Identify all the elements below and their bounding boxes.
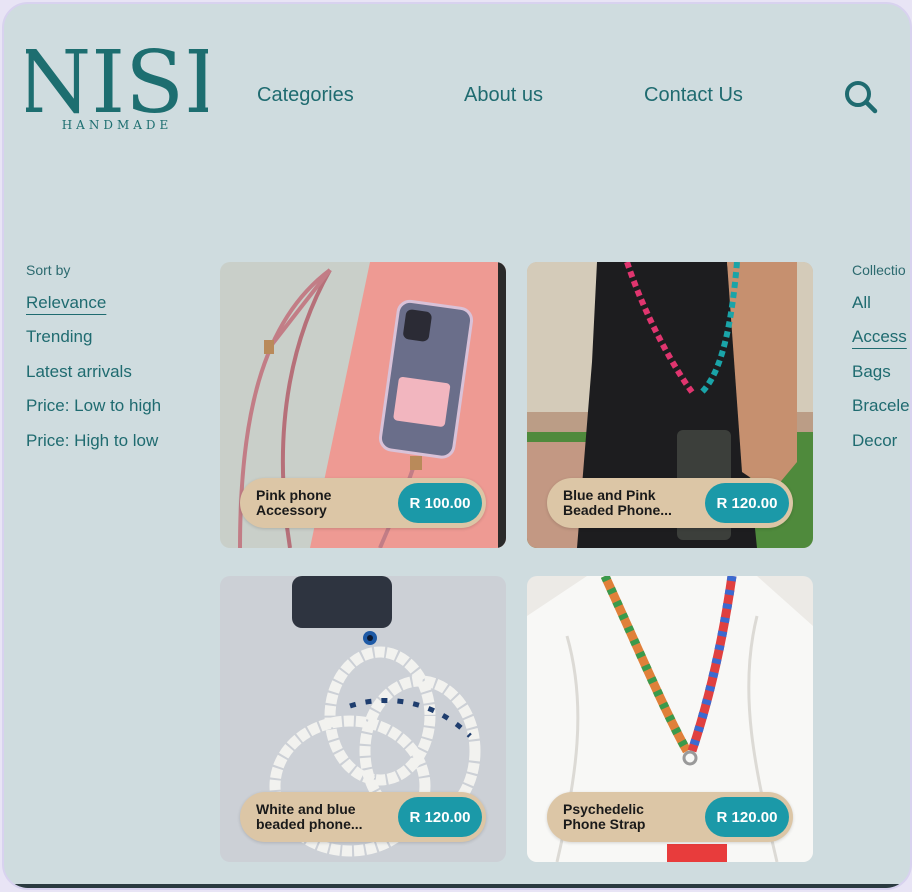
product-info-pill: Pink phone Accessory R 100.00 — [240, 478, 486, 528]
product-card-blue-pink-beaded[interactable]: Blue and Pink Beaded Phone... R 120.00 — [527, 262, 813, 548]
collection-bags[interactable]: Bags — [852, 362, 891, 382]
collection-decor[interactable]: Decor — [852, 431, 897, 451]
collection-all[interactable]: All — [852, 293, 871, 313]
product-price: R 100.00 — [398, 483, 482, 523]
svg-text:NISI: NISI — [26, 40, 208, 116]
product-name: Psychedelic Phone Strap — [563, 801, 646, 832]
sort-by-title: Sort by — [26, 262, 71, 278]
collection-bracelets[interactable]: Bracele — [852, 396, 910, 416]
sort-option-trending[interactable]: Trending — [26, 327, 92, 347]
product-price: R 120.00 — [705, 483, 789, 523]
product-card-white-blue-beaded[interactable]: White and blue beaded phone... R 120.00 — [220, 576, 506, 862]
product-name: Pink phone Accessory — [256, 487, 332, 518]
product-price: R 120.00 — [705, 797, 789, 837]
sort-option-relevance[interactable]: Relevance — [26, 293, 106, 313]
search-button[interactable] — [842, 78, 880, 116]
brand-tagline: HANDMADE — [61, 118, 173, 132]
product-name: White and blue beaded phone... — [256, 801, 363, 832]
logo-mark: NISI — [26, 40, 208, 116]
sort-option-latest-arrivals[interactable]: Latest arrivals — [26, 362, 132, 382]
nav-contact-us[interactable]: Contact Us — [644, 84, 743, 107]
product-name: Blue and Pink Beaded Phone... — [563, 487, 672, 518]
product-info-pill: Psychedelic Phone Strap R 120.00 — [547, 792, 793, 842]
nav-categories[interactable]: Categories — [257, 84, 354, 107]
collection-accessories[interactable]: Access — [852, 327, 907, 347]
sort-option-price-high-low[interactable]: Price: High to low — [26, 431, 158, 451]
product-info-pill: Blue and Pink Beaded Phone... R 120.00 — [547, 478, 793, 528]
app-window: NISI HANDMADE Categories About us Contac… — [2, 2, 912, 890]
bottom-edge — [4, 884, 910, 888]
brand-logo[interactable]: NISI HANDMADE — [26, 40, 208, 132]
product-card-pink-phone-accessory[interactable]: Pink phone Accessory R 100.00 — [220, 262, 506, 548]
search-icon — [845, 81, 878, 114]
collections-title: Collectio — [852, 262, 906, 278]
product-info-pill: White and blue beaded phone... R 120.00 — [240, 792, 486, 842]
product-card-psychedelic-strap[interactable]: Psychedelic Phone Strap R 120.00 — [527, 576, 813, 862]
sort-option-price-low-high[interactable]: Price: Low to high — [26, 396, 161, 416]
nav-about-us[interactable]: About us — [464, 84, 543, 107]
product-price: R 120.00 — [398, 797, 482, 837]
